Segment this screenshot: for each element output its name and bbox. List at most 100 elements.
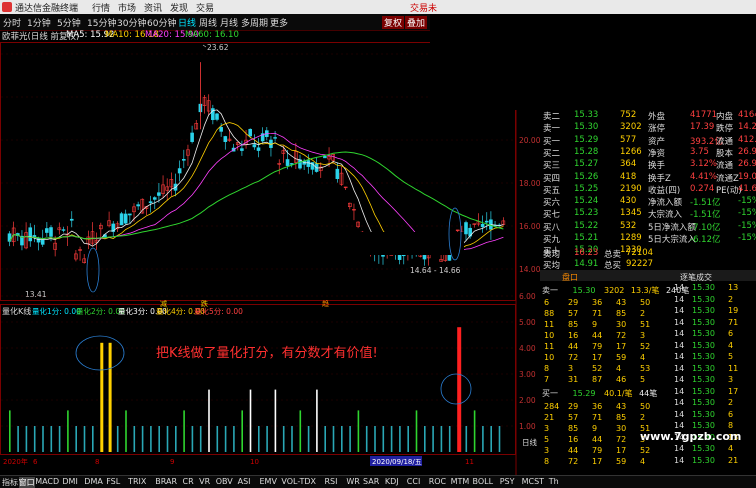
quote-stat-label2: 流通: [716, 161, 734, 172]
indicator-tab[interactable]: DMA: [84, 477, 103, 486]
order-queue-cell: 4: [616, 364, 622, 373]
period-1min[interactable]: 1分钟: [27, 16, 51, 29]
indicator-tab[interactable]: PSY: [500, 477, 515, 486]
order-queue-cell: 72: [568, 353, 579, 362]
quote-stat-label: 大宗流入: [648, 210, 683, 221]
order-header: 盘口: [562, 273, 578, 282]
indicator-tab[interactable]: DMI: [62, 477, 77, 486]
quote-level-price: 15.29: [574, 134, 599, 145]
price-tick-label: 18.00: [519, 179, 540, 188]
indicator-tab[interactable]: 指标: [2, 477, 18, 488]
period-weekly[interactable]: 周线: [199, 16, 217, 29]
order-queue-cell: 5: [544, 435, 550, 444]
quote-level-volume: 532: [620, 220, 637, 231]
indicator-tab[interactable]: OBV: [216, 477, 233, 486]
app-title: 通达信金融终端: [15, 4, 79, 14]
menu-market[interactable]: 市场: [118, 1, 136, 14]
indicator-tab[interactable]: FSL: [106, 477, 120, 486]
period-multi[interactable]: 多周期: [241, 16, 268, 29]
quote-stat-label2: 流通Z: [716, 173, 739, 184]
tick-time: 14: [674, 421, 685, 430]
indicator-tab[interactable]: 窗口: [18, 477, 35, 488]
tick-volume: 6: [728, 329, 734, 338]
period-30min[interactable]: 30分钟: [117, 16, 146, 29]
tick-price: 15.30: [692, 398, 715, 407]
indicator-tab[interactable]: CR: [183, 477, 194, 486]
order-queue-cell: 11: [544, 320, 555, 329]
indicator-tab[interactable]: KDJ: [385, 477, 399, 486]
tick-time: 14: [674, 375, 685, 384]
period-5min[interactable]: 5分钟: [57, 16, 81, 29]
tick-time: 14: [674, 329, 685, 338]
menu-quotes[interactable]: 行情: [92, 1, 110, 14]
adjust-button[interactable]: 复权: [382, 16, 405, 29]
indicator-tab[interactable]: Th: [549, 477, 559, 486]
tick-price: 15.30: [692, 283, 715, 292]
order-queue-cell: 87: [592, 375, 603, 384]
period-15min[interactable]: 15分钟: [87, 16, 116, 29]
tick-volume: 8: [728, 421, 734, 430]
quote-panel: 卖二 15.33 752 外盘 41771内盘 41648 卖一 15.30 3202 涨停 17.…: [540, 110, 756, 271]
indicator-tab[interactable]: WR: [346, 477, 359, 486]
quote-stat-value2: -15%: [738, 233, 756, 243]
indicator-tab[interactable]: ROC: [429, 477, 446, 486]
quote-stat-label: 换手: [648, 161, 666, 172]
indicator-tab[interactable]: MCST: [522, 477, 544, 486]
order-queue-cell: 36: [592, 298, 603, 307]
tick-time: 14: [674, 352, 685, 361]
quote-total-value: 92227: [626, 259, 654, 269]
quote-level-price: 15.23: [574, 208, 599, 219]
period-more[interactable]: 更多: [270, 16, 288, 29]
quote-level-volume: 364: [620, 159, 637, 170]
high-price-label: 23.62: [207, 43, 229, 52]
quote-level-volume: 430: [620, 196, 637, 207]
period-monthly[interactable]: 月线: [220, 16, 238, 29]
order-queue-cell: 79: [592, 342, 603, 351]
indicator-tab[interactable]: EMV: [260, 477, 277, 486]
quote-stat-value2: 19.0: [738, 171, 756, 182]
indicator-tab[interactable]: BOLL: [473, 477, 494, 486]
order-queue-cell: 4: [640, 457, 646, 466]
period-daily[interactable]: 日线: [178, 16, 196, 29]
indicator-tab[interactable]: VOL-TDX: [281, 477, 316, 486]
trade-label[interactable]: 交易未: [410, 1, 437, 14]
menu-discover[interactable]: 发现: [170, 1, 188, 14]
quote-level-label: 买二: [543, 148, 561, 159]
quote-level-price: 15.26: [574, 171, 599, 182]
quote-total-label: 总买: [604, 261, 622, 271]
indicator-tab[interactable]: MTM: [451, 477, 470, 486]
indicator-title: 量化K线: [2, 306, 31, 316]
indicator-tab[interactable]: MACD: [35, 477, 59, 486]
order-queue-cell: 50: [640, 402, 651, 411]
indicator-tab[interactable]: TRIX: [128, 477, 146, 486]
high-price-pointer: [202, 44, 207, 48]
order-queue-cell: 21: [544, 413, 555, 422]
period-60min[interactable]: 60分钟: [147, 16, 176, 29]
order-queue-cell: 85: [568, 424, 579, 433]
period-tick[interactable]: 分时: [3, 16, 21, 29]
order-queue-cell: 31: [568, 375, 579, 384]
order-queue-cell: 71: [592, 309, 603, 318]
quote-level-volume: 1289: [620, 233, 642, 243]
tick-price: 15.30: [692, 421, 715, 430]
quote-stat-value: -6.12亿: [690, 235, 721, 245]
order-queue-cell: 16: [568, 331, 579, 340]
indicator-tab[interactable]: SAR: [363, 477, 379, 486]
indicator-tab[interactable]: ASI: [238, 477, 251, 486]
indicator-tab[interactable]: VR: [199, 477, 210, 486]
quote-stat-value: 4.41%: [690, 171, 718, 182]
indicator-tab[interactable]: RSI: [325, 477, 338, 486]
quote-level-volume: 418: [620, 171, 637, 182]
order-queue-cell: 53: [640, 364, 651, 373]
menu-trade[interactable]: 交易: [196, 1, 214, 14]
overlay-button[interactable]: 叠加: [405, 16, 428, 29]
indicator-tab[interactable]: CCI: [407, 477, 421, 486]
order-queue-cell: 44: [592, 331, 603, 340]
tick-time: 14: [674, 363, 685, 373]
tick-volume: 2: [728, 398, 734, 407]
indicator-tab[interactable]: BRAR: [155, 477, 177, 486]
indicator-highlight-left: [75, 335, 125, 371]
indicator-tick-label: 1.00: [519, 422, 536, 431]
quote-stat-label: 净流入额: [648, 198, 683, 209]
menu-news[interactable]: 资讯: [144, 1, 162, 14]
